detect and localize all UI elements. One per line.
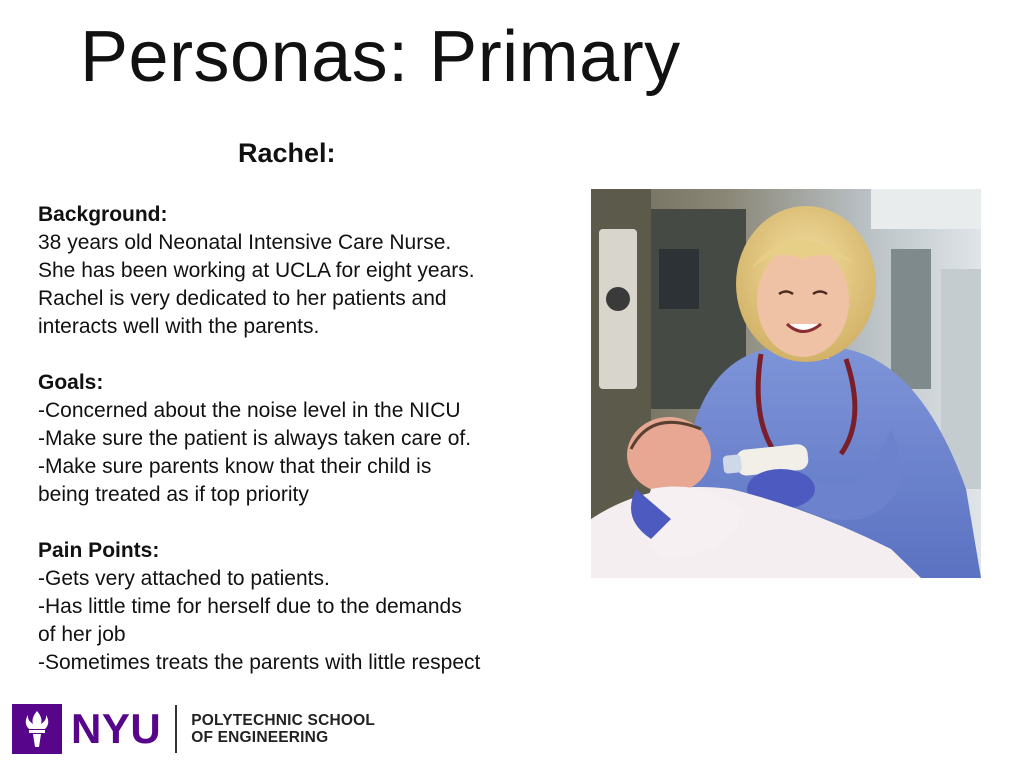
goals-list: -Concerned about the noise level in the … — [38, 397, 568, 509]
pain-point-item: of her job — [38, 623, 126, 646]
goal-item: -Make sure the patient is always taken c… — [38, 427, 472, 450]
logo-divider — [175, 705, 178, 753]
background-line: Rachel is very dedicated to her patients… — [38, 287, 447, 310]
goal-item: -Concerned about the noise level in the … — [38, 399, 461, 422]
nyu-wordmark: NYU — [71, 705, 162, 752]
pain-point-item: -Sometimes treats the parents with littl… — [38, 651, 481, 674]
nyu-torch-icon — [12, 704, 62, 754]
pain-points-list: -Gets very attached to patients. -Has li… — [38, 565, 568, 677]
background-line: interacts well with the parents. — [38, 315, 320, 338]
pain-points-heading: Pain Points: — [38, 539, 160, 562]
nurse-feeding-baby-photo — [591, 189, 981, 578]
background-heading: Background: — [38, 203, 168, 226]
persona-name: Rachel: — [238, 138, 336, 168]
school-name: POLYTECHNIC SCHOOL OF ENGINEERING — [191, 712, 375, 746]
background-line: She has been working at UCLA for eight y… — [38, 259, 475, 282]
persona-details: Background: 38 years old Neonatal Intens… — [38, 201, 568, 677]
background-section: Background: 38 years old Neonatal Intens… — [38, 201, 568, 341]
nyu-logo: NYU POLYTECHNIC SCHOOL OF ENGINEERING — [12, 704, 375, 754]
slide-title: Personas: Primary — [80, 17, 681, 97]
goals-section: Goals: -Concerned about the noise level … — [38, 369, 568, 509]
goal-item: -Make sure parents know that their child… — [38, 455, 432, 478]
pain-points-section: Pain Points: -Gets very attached to pati… — [38, 537, 568, 677]
background-line: 38 years old Neonatal Intensive Care Nur… — [38, 231, 452, 254]
pain-point-item: -Gets very attached to patients. — [38, 567, 330, 590]
pain-point-item: -Has little time for herself due to the … — [38, 595, 462, 618]
goals-heading: Goals: — [38, 371, 104, 394]
goal-item: being treated as if top priority — [38, 483, 309, 506]
school-name-line: OF ENGINEERING — [191, 729, 329, 746]
school-name-line: POLYTECHNIC SCHOOL — [191, 712, 376, 729]
